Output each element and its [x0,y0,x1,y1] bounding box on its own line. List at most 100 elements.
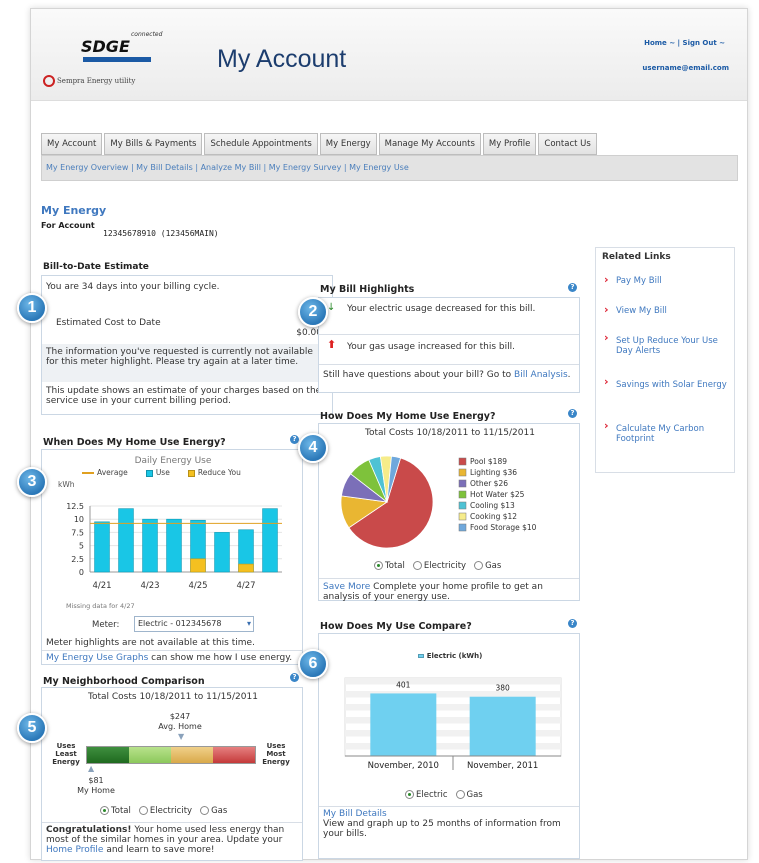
tab-my-account[interactable]: My Account [41,133,103,155]
use-bar [262,508,278,573]
help-icon[interactable]: ? [568,409,577,418]
usage-chart-title: Daily Energy Use [134,456,212,466]
compare-bar [370,693,437,756]
divider [319,334,579,335]
tab-my-energy[interactable]: My Energy [319,133,377,155]
avg-home-value: $247 [169,712,191,721]
radio-electricity[interactable]: Electricity [138,806,192,816]
home-profile-link[interactable]: Home Profile [46,845,103,855]
reduce-bar [190,558,206,573]
usage-legend: Average Use Reduce You [82,468,241,477]
chevron-down-icon: ▾ [246,619,251,628]
home-use-subtitle: Total Costs 10/18/2011 to 11/15/2011 [365,428,535,438]
account-label: For Account [41,221,95,230]
radio-electricity[interactable]: Electricity [412,561,466,571]
legend-swatch [458,523,467,532]
related-links-panel: Related Links Pay My Bill View My Bill S… [595,247,735,473]
carbon-footprint-link[interactable]: Calculate My Carbon Footprint [604,421,728,444]
tab-bills-payments[interactable]: My Bills & Payments [104,133,203,155]
legend-swatch [458,457,467,466]
compare-panel: Electric (kWh) 401 380 November, 2010 Novem… [318,633,580,859]
divider [319,806,579,807]
usage-panel: Daily Energy Use Average Use Reduce You … [41,449,303,665]
highlights-title: My Bill Highlights [320,284,415,295]
tab-my-profile[interactable]: My Profile [482,133,537,155]
bill-estimate-title: Bill-to-Date Estimate [43,262,149,272]
x-tick-label: 4/27 [236,581,255,591]
radio-electric[interactable]: Electric [405,790,448,800]
energy-use-pie-chart: Pool $189 Lighting $36 Other $26 Hot Water … [340,455,537,549]
legend-swatch [458,512,467,521]
radio-total[interactable]: Total [100,806,131,816]
radio-total[interactable]: Total [374,561,405,571]
help-icon[interactable]: ? [568,283,577,292]
use-bar [142,518,158,573]
user-email-link[interactable]: username@email.com [642,64,729,72]
tab-manage-accounts[interactable]: Manage My Accounts [378,133,481,155]
legend-average: Average [82,468,128,477]
pie-legend-label: Lighting $36 [470,468,517,477]
help-icon[interactable]: ? [568,619,577,628]
callout-badge-3: 3 [17,467,47,497]
help-icon[interactable]: ? [290,435,299,444]
view-bill-link[interactable]: View My Bill [604,303,667,316]
sub-navigation[interactable]: My Energy Overview | My Bill Details | A… [41,155,738,181]
congrats-text: Congratulations! Your home used less ene… [46,825,285,855]
compare-legend: Electric (kWh) [319,652,581,660]
daily-usage-chart: 12.5 10 7.5 5 2.5 0 4/21 4/23 4/25 4/27 [66,502,282,591]
neighborhood-subtitle: Total Costs 10/18/2011 to 11/15/2011 [88,692,258,702]
estimated-cost-label: Estimated Cost to Date [56,318,161,328]
pay-bill-link[interactable]: Pay My Bill [604,273,662,286]
legend-reduce: Reduce You [187,468,241,477]
sdge-logo[interactable]: SDGE [81,37,130,56]
callout-badge-2: 2 [298,297,328,327]
x-tick-label: 4/25 [188,581,207,591]
pie-legend-label: Other $26 [470,479,508,488]
help-icon[interactable]: ? [290,673,299,682]
my-home-value: $81 [88,776,104,785]
radio-gas[interactable]: Gas [200,806,227,816]
save-more-link[interactable]: Save More [323,582,370,592]
pie-legend-label: Cooling $13 [470,501,515,510]
legend-swatch [458,501,467,510]
bill-details-link[interactable]: My Bill Details [323,809,387,819]
callout-badge-6: 6 [298,649,328,679]
page-title: My Account [217,45,347,73]
y-tick-label: 7.5 [71,528,84,537]
avg-home-label: Avg. Home [158,722,202,731]
meter-select[interactable]: Electric - 012345678 ▾ [134,616,254,632]
reduce-use-alerts-link[interactable]: Set Up Reduce Your Use Day Alerts [604,333,728,356]
legend-use: Use [145,468,170,477]
divider [42,822,302,823]
y-tick-label: 10 [74,515,84,524]
bill-question: Still have questions about your bill? Go… [323,370,571,380]
radio-gas[interactable]: Gas [455,790,483,800]
tab-schedule-appointments[interactable]: Schedule Appointments [204,133,318,155]
callout-badge-5: 5 [17,713,47,743]
scale-segment-lightgreen [129,747,171,763]
save-more-text: Save More Complete your home profile to … [323,582,543,602]
logo-connected-text: connected [131,31,163,38]
energy-graphs-link[interactable]: My Energy Use Graphs [46,653,148,663]
unavailable-note: The information you've requested is curr… [42,344,332,382]
y-tick-label: 2.5 [71,555,84,564]
radio-gas[interactable]: Gas [474,561,501,571]
account-number: 12345678910 (123456MAIN) [103,229,219,238]
bill-details-desc: View and graph up to 25 months of inform… [323,819,561,839]
comparison-scale [86,746,256,764]
use-bar [166,518,182,573]
use-bar [94,521,110,573]
category-label: November, 2010 [368,761,439,771]
divider [42,650,302,651]
bill-analysis-link[interactable]: Bill Analysis [514,370,568,380]
legend-swatch [458,479,467,488]
section-title: My Energy [41,204,107,217]
header-nav-links[interactable]: Home ~ | Sign Out ~ [644,39,725,47]
tab-contact-us[interactable]: Contact Us [538,133,597,155]
solar-savings-link[interactable]: Savings with Solar Energy [604,377,728,390]
usage-title: When Does My Home Use Energy? [43,437,226,448]
callout-badge-1: 1 [17,293,47,323]
compare-bar [469,696,536,756]
pie-legend-label: Cooking $12 [470,512,517,521]
estimate-description: This update shows an estimate of your ch… [46,386,322,406]
